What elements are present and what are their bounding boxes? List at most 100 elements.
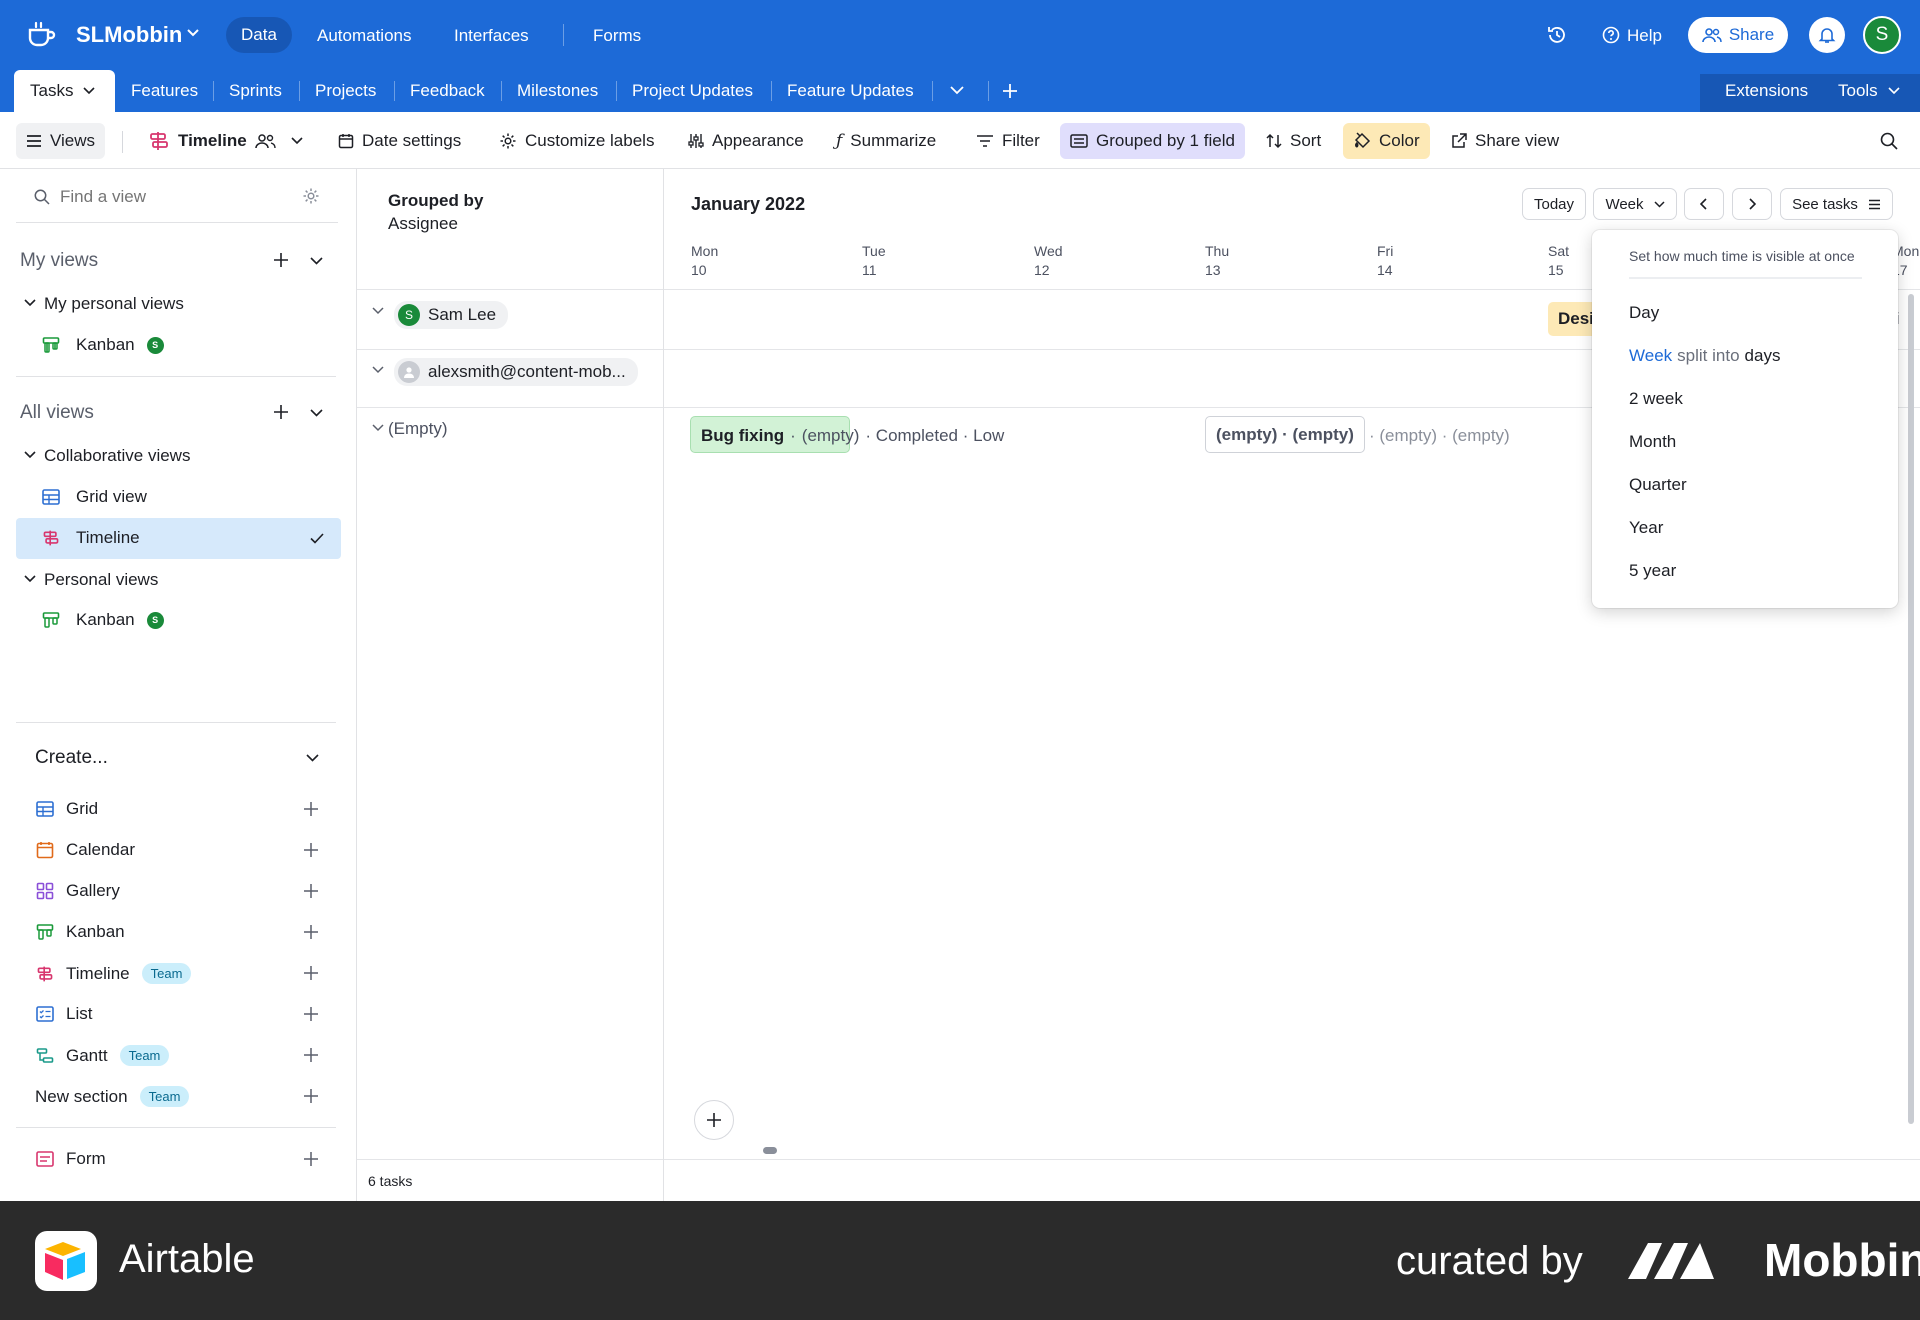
vertical-scrollbar[interactable]: [1908, 294, 1914, 1124]
create-timeline[interactable]: Timeline Team: [36, 963, 192, 984]
create-list[interactable]: List: [36, 1004, 92, 1024]
chevron-down-icon[interactable]: [310, 409, 323, 417]
chevron-down-icon[interactable]: [186, 28, 200, 38]
plus-icon[interactable]: [303, 924, 319, 940]
nav-automations[interactable]: Automations: [317, 26, 412, 46]
tab-features[interactable]: Features: [115, 70, 214, 112]
summarize-button[interactable]: ƒ Summarize: [826, 123, 946, 159]
sidebar-item-grid-view[interactable]: Grid view: [42, 487, 147, 507]
create-form[interactable]: Form: [36, 1149, 106, 1169]
plus-icon[interactable]: [303, 1006, 319, 1022]
collaborative-views-section[interactable]: Collaborative views: [44, 446, 190, 466]
date-settings-button[interactable]: Date settings: [328, 123, 471, 159]
all-views-title[interactable]: All views: [20, 402, 94, 424]
task-card-empty[interactable]: (empty) · (empty): [1205, 416, 1365, 453]
share-button[interactable]: Share: [1688, 17, 1788, 53]
add-task-button[interactable]: [694, 1100, 734, 1140]
option-year[interactable]: Year: [1629, 518, 1663, 538]
chevron-down-icon[interactable]: [372, 366, 384, 374]
group-assignee-chip[interactable]: S Sam Lee: [394, 301, 509, 329]
my-personal-views-section[interactable]: My personal views: [44, 294, 184, 314]
tab-tasks[interactable]: Tasks: [14, 70, 115, 112]
nav-data[interactable]: Data: [226, 17, 292, 53]
gear-icon[interactable]: [302, 187, 320, 205]
customize-labels-button[interactable]: Customize labels: [489, 123, 664, 159]
chevron-down-icon[interactable]: [24, 299, 36, 307]
help-icon[interactable]: [1602, 26, 1620, 44]
create-calendar[interactable]: Calendar: [36, 840, 135, 860]
notifications-button[interactable]: [1809, 17, 1845, 53]
chevron-down-icon[interactable]: [306, 754, 319, 762]
option-month[interactable]: Month: [1629, 432, 1676, 452]
extensions-button[interactable]: Extensions: [1709, 70, 1824, 112]
option-quarter[interactable]: Quarter: [1629, 475, 1687, 495]
create-section-title[interactable]: Create...: [35, 747, 108, 769]
see-tasks-button[interactable]: See tasks: [1780, 188, 1893, 220]
tab-projects[interactable]: Projects: [299, 70, 392, 112]
share-view-button[interactable]: Share view: [1441, 123, 1569, 159]
appearance-button[interactable]: Appearance: [678, 123, 814, 159]
row-divider: [357, 349, 663, 350]
view-switcher[interactable]: Timeline: [138, 123, 313, 159]
add-view-icon[interactable]: [273, 404, 289, 420]
tab-project-updates[interactable]: Project Updates: [616, 70, 769, 112]
chevron-down-icon[interactable]: [310, 257, 323, 265]
base-logo-icon[interactable]: [26, 20, 56, 48]
base-name[interactable]: SLMobbin: [76, 22, 182, 48]
plus-icon[interactable]: [303, 842, 319, 858]
kanban-icon: [42, 336, 60, 354]
sidebar-item-kanban[interactable]: Kanban S: [42, 610, 164, 630]
color-button[interactable]: Color: [1343, 123, 1430, 159]
option-2-week[interactable]: 2 week: [1629, 389, 1683, 409]
views-button[interactable]: Views: [16, 123, 106, 159]
option-week[interactable]: Week split into days: [1629, 346, 1780, 366]
tools-button[interactable]: Tools: [1822, 70, 1894, 112]
add-view-icon[interactable]: [273, 252, 289, 268]
create-gantt[interactable]: Gantt Team: [36, 1045, 170, 1066]
history-icon[interactable]: [1546, 24, 1568, 46]
my-views-title[interactable]: My views: [20, 250, 98, 272]
plus-icon[interactable]: [303, 1088, 319, 1104]
option-day[interactable]: Day: [1629, 303, 1659, 323]
group-empty-label[interactable]: (Empty): [388, 419, 448, 439]
tab-milestones[interactable]: Milestones: [501, 70, 614, 112]
group-button[interactable]: Grouped by 1 field: [1060, 123, 1245, 159]
search-icon[interactable]: [1880, 132, 1898, 150]
today-button[interactable]: Today: [1522, 188, 1586, 220]
option-5-year[interactable]: 5 year: [1629, 561, 1676, 581]
chevron-down-icon[interactable]: [372, 424, 384, 432]
next-button[interactable]: [1732, 188, 1772, 220]
sidebar-item-kanban-personal[interactable]: Kanban S: [42, 335, 164, 355]
nav-interfaces[interactable]: Interfaces: [454, 26, 529, 46]
tab-feedback[interactable]: Feedback: [394, 70, 501, 112]
plus-icon[interactable]: [303, 801, 319, 817]
sort-button[interactable]: Sort: [1256, 123, 1331, 159]
create-gallery[interactable]: Gallery: [36, 881, 120, 901]
plus-icon[interactable]: [303, 965, 319, 981]
find-view-input[interactable]: [60, 183, 280, 211]
chevron-down-icon[interactable]: [24, 451, 36, 459]
more-tables-chevron-icon[interactable]: [950, 86, 964, 95]
chevron-down-icon[interactable]: [24, 575, 36, 583]
grouped-field-label[interactable]: Assignee: [388, 214, 458, 234]
plus-icon[interactable]: [303, 1151, 319, 1167]
help-button[interactable]: Help: [1627, 26, 1662, 46]
create-grid[interactable]: Grid: [36, 799, 98, 819]
filter-button[interactable]: Filter: [966, 123, 1050, 159]
plus-icon[interactable]: [303, 883, 319, 899]
horizontal-scroll-handle[interactable]: [763, 1147, 777, 1154]
personal-views-section[interactable]: Personal views: [44, 570, 158, 590]
previous-button[interactable]: [1684, 188, 1724, 220]
plus-icon[interactable]: [303, 1047, 319, 1063]
create-new-section[interactable]: New section Team: [35, 1086, 190, 1107]
week-dropdown-button[interactable]: Week: [1593, 188, 1677, 220]
chevron-down-icon[interactable]: [1888, 87, 1900, 95]
chevron-down-icon[interactable]: [372, 307, 384, 315]
group-assignee-chip[interactable]: alexsmith@content-mob...: [394, 358, 638, 386]
create-kanban[interactable]: Kanban: [36, 922, 125, 942]
add-table-icon[interactable]: [1002, 83, 1018, 99]
tab-feature-updates[interactable]: Feature Updates: [771, 70, 930, 112]
tab-sprints[interactable]: Sprints: [213, 70, 298, 112]
user-avatar[interactable]: S: [1863, 16, 1901, 54]
nav-forms[interactable]: Forms: [593, 26, 641, 46]
